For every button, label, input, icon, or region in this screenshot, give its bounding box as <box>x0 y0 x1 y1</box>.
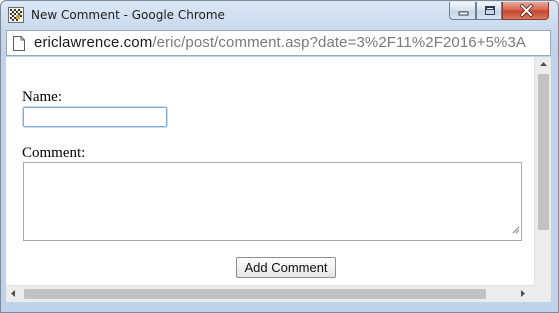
name-label: Name: <box>22 89 62 105</box>
resize-grip-icon[interactable] <box>512 222 520 239</box>
comment-form: Name: Comment: Add Comment <box>6 57 534 285</box>
scroll-left-arrow-icon[interactable] <box>11 290 15 297</box>
add-comment-button[interactable]: Add Comment <box>236 257 336 278</box>
maximize-button[interactable] <box>476 2 502 20</box>
scrollbar-corner <box>534 285 551 302</box>
minimize-icon <box>458 11 469 16</box>
comment-label: Comment: <box>22 145 86 161</box>
close-icon <box>519 3 534 18</box>
browser-window: New Comment - Google Chrome ericlawrence… <box>0 0 559 313</box>
scroll-up-arrow-icon[interactable] <box>540 62 547 66</box>
vertical-scrollbar[interactable] <box>534 57 551 285</box>
url-text[interactable]: ericlawrence.com/eric/post/comment.asp?d… <box>34 34 526 51</box>
horizontal-scrollbar[interactable] <box>6 285 534 302</box>
comment-textarea[interactable] <box>23 162 522 241</box>
url-path: /eric/post/comment.asp?date=3%2F11%2F201… <box>152 34 527 51</box>
scroll-right-arrow-icon[interactable] <box>521 290 525 297</box>
chrome-app-icon[interactable] <box>8 7 24 23</box>
url-host: ericlawrence.com <box>34 34 153 51</box>
title-bar[interactable]: New Comment - Google Chrome <box>1 1 558 29</box>
minimize-button[interactable] <box>449 2 476 20</box>
maximize-icon <box>485 6 495 15</box>
vertical-scroll-thumb[interactable] <box>538 74 549 230</box>
window-title: New Comment - Google Chrome <box>31 8 225 22</box>
horizontal-scroll-thumb[interactable] <box>24 289 486 299</box>
close-button[interactable] <box>502 2 549 20</box>
page-viewport: Name: Comment: Add Comment <box>6 57 551 302</box>
address-bar[interactable]: ericlawrence.com/eric/post/comment.asp?d… <box>6 30 551 56</box>
page-icon <box>13 36 25 55</box>
name-input[interactable] <box>23 107 167 127</box>
